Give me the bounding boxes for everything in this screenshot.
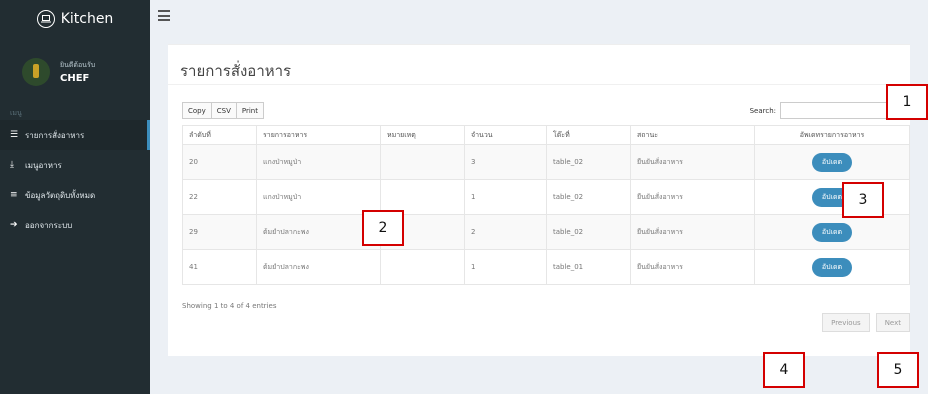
update-button[interactable]: อัปเดต xyxy=(811,257,853,277)
sidebar-item-orders[interactable]: ☰ รายการสั่งอาหาร xyxy=(0,120,150,150)
column-header[interactable]: โต๊ะที่ xyxy=(546,125,631,145)
print-button[interactable]: Print xyxy=(235,102,264,119)
sidebar-item-logout[interactable]: ➔ ออกจากระบบ xyxy=(0,210,150,240)
brand[interactable]: Kitchen xyxy=(0,0,150,38)
sign-out-icon: ➔ xyxy=(10,219,18,230)
cell-item: แกงป่าหมูป่า xyxy=(256,144,381,180)
copy-button[interactable]: Copy xyxy=(182,102,212,119)
table-header-row: ลำดับที่ รายการอาหาร หมายเหตุ จำนวน โต๊ะ… xyxy=(182,125,910,145)
cell-qty: 2 xyxy=(464,214,547,250)
user-panel: ยินดีต้อนรับ CHEF xyxy=(22,58,95,86)
cell-table: table_02 xyxy=(546,179,631,215)
annotation-marker-5: 5 xyxy=(877,352,919,388)
annotation-marker-2: 2 xyxy=(362,210,404,246)
table-row: 41 ต้มยำปลากะพง 1 table_01 ยืนยันสั่งอาห… xyxy=(182,249,910,285)
top-bar xyxy=(150,0,928,38)
cell-table: table_02 xyxy=(546,144,631,180)
cell-table: table_02 xyxy=(546,214,631,250)
table-info: Showing 1 to 4 of 4 entries xyxy=(182,302,277,310)
column-header[interactable]: จำนวน xyxy=(464,125,547,145)
user-greeting: ยินดีต้อนรับ xyxy=(60,61,96,69)
menu-header: เมนู xyxy=(10,109,22,117)
next-button[interactable]: Next xyxy=(875,313,910,332)
page-title: รายการสั่งอาหาร xyxy=(180,62,292,80)
cell-id: 20 xyxy=(182,144,257,180)
sidebar-item-menu[interactable]: ⤓ เมนูอาหาร xyxy=(0,150,150,180)
cell-status: ยืนยันสั่งอาหาร xyxy=(630,179,755,215)
sidebar-item-label: รายการสั่งอาหาร xyxy=(25,130,85,140)
cell-action: อัปเดต xyxy=(754,214,910,250)
cell-action: อัปเดต xyxy=(754,144,910,180)
menu-toggle-icon[interactable] xyxy=(158,10,170,21)
cell-id: 22 xyxy=(182,179,257,215)
column-header[interactable]: หมายเหตุ xyxy=(380,125,465,145)
table-row: 29 ต้มยำปลากะพง 2 table_02 ยืนยันสั่งอาห… xyxy=(182,214,910,250)
search-input[interactable] xyxy=(780,102,892,119)
search-label: Search: xyxy=(749,106,776,115)
avatar xyxy=(22,58,50,86)
cell-note xyxy=(380,249,465,285)
export-buttons: Copy CSV Print xyxy=(182,102,264,119)
cell-status: ยืนยันสั่งอาหาร xyxy=(630,249,755,285)
sidebar: Kitchen ยินดีต้อนรับ CHEF เมนู ☰ รายการส… xyxy=(0,0,150,394)
column-header[interactable]: ลำดับที่ xyxy=(182,125,257,145)
pagination: Previous Next xyxy=(822,313,910,332)
user-role: CHEF xyxy=(60,73,90,84)
cell-id: 41 xyxy=(182,249,257,285)
sidebar-item-ingredients[interactable]: ≡ ข้อมูลวัตถุดิบทั้งหมด xyxy=(0,180,150,210)
cell-qty: 1 xyxy=(464,249,547,285)
laptop-icon xyxy=(36,10,55,28)
table-row: 20 แกงป่าหมูป่า 3 table_02 ยืนยันสั่งอาห… xyxy=(182,144,910,180)
cell-action: อัปเดต xyxy=(754,179,910,215)
column-header[interactable]: อัพเดทรายการอาหาร xyxy=(754,125,910,145)
sidebar-item-label: เมนูอาหาร xyxy=(25,160,62,170)
sidebar-item-label: ออกจากระบบ xyxy=(25,220,73,230)
database-icon: ≡ xyxy=(10,189,18,200)
cell-action: อัปเดต xyxy=(754,249,910,285)
table-row: 22 แกงป่าหมูป่า 1 table_02 ยืนยันสั่งอาห… xyxy=(182,179,910,215)
orders-table: ลำดับที่ รายการอาหาร หมายเหตุ จำนวน โต๊ะ… xyxy=(182,125,910,285)
column-header[interactable]: สถานะ xyxy=(630,125,755,145)
divider xyxy=(168,84,910,85)
cell-qty: 1 xyxy=(464,179,547,215)
csv-button[interactable]: CSV xyxy=(210,102,237,119)
list-icon: ☰ xyxy=(10,129,19,140)
cell-item: ต้มยำปลากะพง xyxy=(256,249,381,285)
previous-button[interactable]: Previous xyxy=(822,313,870,332)
column-header[interactable]: รายการอาหาร xyxy=(256,125,381,145)
cell-table: table_01 xyxy=(546,249,631,285)
annotation-marker-3: 3 xyxy=(842,182,884,218)
annotation-marker-1: 1 xyxy=(886,84,928,120)
cell-note xyxy=(380,144,465,180)
search-box: Search: xyxy=(750,102,892,119)
update-button[interactable]: อัปเดต xyxy=(811,152,853,172)
download-icon: ⤓ xyxy=(10,159,14,170)
cell-status: ยืนยันสั่งอาหาร xyxy=(630,214,755,250)
sidebar-menu: ☰ รายการสั่งอาหาร ⤓ เมนูอาหาร ≡ ข้อมูลวั… xyxy=(0,120,150,240)
cell-id: 29 xyxy=(182,214,257,250)
orders-card: รายการสั่งอาหาร Copy CSV Print Search: ล… xyxy=(168,44,910,356)
cell-qty: 3 xyxy=(464,144,547,180)
annotation-marker-4: 4 xyxy=(763,352,805,388)
update-button[interactable]: อัปเดต xyxy=(811,222,853,242)
sidebar-item-label: ข้อมูลวัตถุดิบทั้งหมด xyxy=(25,190,96,200)
cell-status: ยืนยันสั่งอาหาร xyxy=(630,144,755,180)
brand-name: Kitchen xyxy=(60,11,114,27)
